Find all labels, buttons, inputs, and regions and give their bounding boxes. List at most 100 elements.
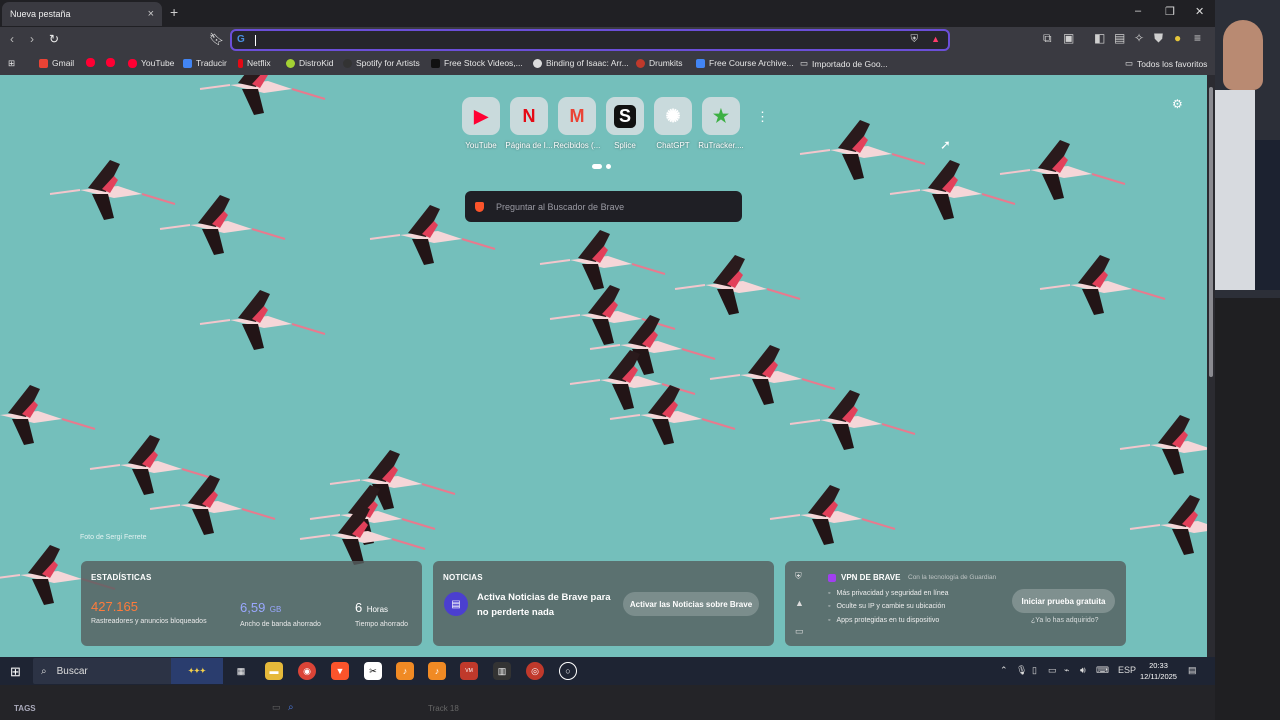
fl-studio-icon[interactable]: ♪ (396, 662, 414, 680)
translate-icon (183, 58, 192, 68)
keyboard-icon[interactable]: ⌨ (1096, 665, 1109, 676)
chrome-icon[interactable]: ◉ (298, 662, 316, 680)
bookmark-netflix[interactable]: Netflix (238, 58, 271, 68)
battery-icon[interactable]: ▯ (1032, 665, 1037, 676)
course-icon (696, 58, 705, 68)
tab-search-icon[interactable]: ▣ (1063, 31, 1074, 45)
tab-new-tab[interactable]: Nueva pestaña × (2, 2, 162, 26)
notifications-icon[interactable]: ▤ (1188, 665, 1197, 676)
top-site-splice[interactable]: S Splice (606, 97, 644, 150)
brave-search-box[interactable]: Preguntar al Buscador de Brave (465, 191, 742, 222)
bookmark-label: Drumkits (649, 58, 683, 68)
capcut-icon[interactable]: ✂ (364, 662, 382, 680)
display-icon[interactable]: ▭ (1048, 665, 1057, 676)
photo-credit[interactable]: Foto de Sergi Ferrete (80, 534, 147, 541)
activate-news-button[interactable]: Activar las Noticias sobre Brave (623, 592, 759, 616)
brave-lion-icon (475, 201, 484, 212)
menu-icon[interactable]: ≡ (1194, 31, 1201, 45)
audio-app-icon[interactable]: ▥ (493, 662, 511, 680)
bookmark-distrokid[interactable]: DistroKid (286, 58, 333, 68)
top-site-youtube[interactable]: ▶ YouTube (462, 97, 500, 150)
bookmark-spotify-artists[interactable]: Spotify for Artists (343, 58, 420, 68)
reload-icon[interactable]: ↻ (49, 32, 59, 46)
address-bar[interactable]: G ⛨ ▲ (230, 29, 950, 51)
isaac-icon (533, 58, 542, 68)
vpn-card-icon[interactable]: ▭ (795, 626, 804, 637)
bookmark-all-favorites[interactable]: ▭ Todos los favoritos (1125, 58, 1207, 69)
brave-rewards-icon[interactable]: ▲ (931, 34, 940, 44)
vpn-shield-icon[interactable]: ⛨ (795, 571, 802, 582)
folder-icon[interactable]: ▭ (272, 702, 281, 713)
more-options-icon[interactable]: ⋮ (756, 109, 769, 125)
windows-start-icon[interactable]: ⊞ (10, 664, 21, 680)
bookmark-drumkits[interactable]: Drumkits (636, 58, 683, 68)
start-trial-button[interactable]: Iniciar prueba gratuita (1012, 589, 1115, 613)
vpn-logo-icon (828, 573, 836, 582)
tab-close-icon[interactable]: × (148, 8, 154, 20)
top-site-gmail[interactable]: M Recibidos (... (554, 97, 600, 150)
scrollbar-thumb[interactable] (1209, 87, 1213, 377)
forward-icon[interactable]: › (30, 32, 34, 46)
brave-icon[interactable]: ▼ (331, 662, 349, 680)
page-dot[interactable] (606, 164, 611, 169)
settings-gear-icon[interactable]: ⚙ (1172, 97, 1183, 111)
voice-meter-icon[interactable]: VM (460, 662, 478, 680)
bookmark-folder-imported[interactable]: ▭ Importado de Goo... (800, 58, 888, 69)
leo-ai-icon[interactable]: ✧ (1134, 31, 1144, 45)
sidebar-icon[interactable]: ◧ (1094, 31, 1105, 45)
top-site-chatgpt[interactable]: ✺ ChatGPT (654, 97, 692, 150)
wallet-icon[interactable]: ▤ (1114, 31, 1125, 45)
vpn-warning-icon[interactable]: ▲ (795, 598, 804, 608)
spotify-icon (343, 58, 352, 68)
top-site-label: ChatGPT (656, 141, 690, 150)
webcam-overlay (1215, 0, 1280, 298)
bookmark-binding-of-isaac[interactable]: Binding of Isaac: Arr... (533, 58, 629, 68)
fl-studio-2-icon[interactable]: ♪ (428, 662, 446, 680)
search-icon[interactable]: ⌕ (288, 702, 294, 713)
bookmark-free-course-archive[interactable]: Free Course Archive... (696, 58, 794, 68)
apps-icon[interactable]: ⊞ (8, 58, 15, 69)
bookmark-traducir[interactable]: Traducir (183, 58, 227, 68)
file-explorer-icon[interactable]: ▬ (265, 662, 283, 680)
bookmark-label: Spotify for Artists (356, 58, 420, 68)
back-icon[interactable]: ‹ (10, 32, 14, 46)
news-icon: ▤ (444, 592, 468, 616)
top-site-label: Página de I... (505, 141, 553, 150)
new-tab-button[interactable]: + (170, 4, 178, 20)
bookmark-youtube-1[interactable] (86, 58, 95, 67)
record-app-icon[interactable]: ○ (559, 662, 577, 680)
bookmark-icon[interactable]: 🔖︎ (209, 32, 224, 46)
gmail-icon (39, 58, 48, 68)
page-dot[interactable] (592, 164, 602, 169)
mic-icon[interactable]: 🎙︎ (1016, 665, 1027, 676)
clock[interactable]: 20:33 12/11/2025 (1140, 660, 1177, 682)
vpn-icon[interactable]: ⛊ (1154, 31, 1163, 46)
new-tab-page: ▶ YouTube N Página de I... M Recibidos (… (0, 75, 1207, 657)
top-site-netflix[interactable]: N Página de I... (505, 97, 553, 150)
bookmark-free-stock-videos[interactable]: Free Stock Videos,... (431, 58, 523, 68)
volume-icon[interactable]: 🔊︎ (1080, 665, 1086, 676)
close-window-button[interactable]: ✕ (1195, 5, 1204, 18)
language-indicator[interactable]: ESP (1118, 665, 1136, 675)
restore-button[interactable]: ❐ (1165, 5, 1175, 18)
extensions-icon[interactable]: ⧉ (1043, 31, 1052, 46)
bookmark-gmail[interactable]: Gmail (39, 58, 74, 68)
top-site-rutracker[interactable]: ★ RuTracker.... (698, 97, 744, 150)
taskbar-search[interactable]: ⌕ Buscar ✦✦✦ (33, 658, 223, 684)
bookmark-youtube-2[interactable] (106, 58, 115, 67)
obs-icon[interactable]: ◎ (526, 662, 544, 680)
profile-icon[interactable]: ● (1174, 31, 1181, 45)
stat-bandwidth: 6,59 GB Ancho de banda ahorrado (240, 599, 321, 628)
network-icon[interactable]: ⌁ (1064, 665, 1069, 676)
top-sites-pager[interactable] (592, 164, 611, 169)
minimize-button[interactable]: – (1135, 5, 1141, 17)
bookmark-youtube[interactable]: YouTube (128, 58, 174, 68)
scrollbar[interactable] (1207, 75, 1215, 657)
tray-chevron-icon[interactable]: ⌃ (1000, 665, 1008, 676)
search-highlight-image: ✦✦✦ (171, 658, 223, 684)
task-view-icon[interactable]: ▦ (232, 662, 250, 680)
brave-shields-icon[interactable]: ⛨ (911, 34, 919, 45)
daw-tags-label: TAGS (14, 704, 36, 713)
already-purchased-link[interactable]: ¿Ya lo has adquirido? (1031, 617, 1099, 624)
news-card: NOTICIAS ▤ Activa Noticias de Brave para… (433, 561, 774, 646)
